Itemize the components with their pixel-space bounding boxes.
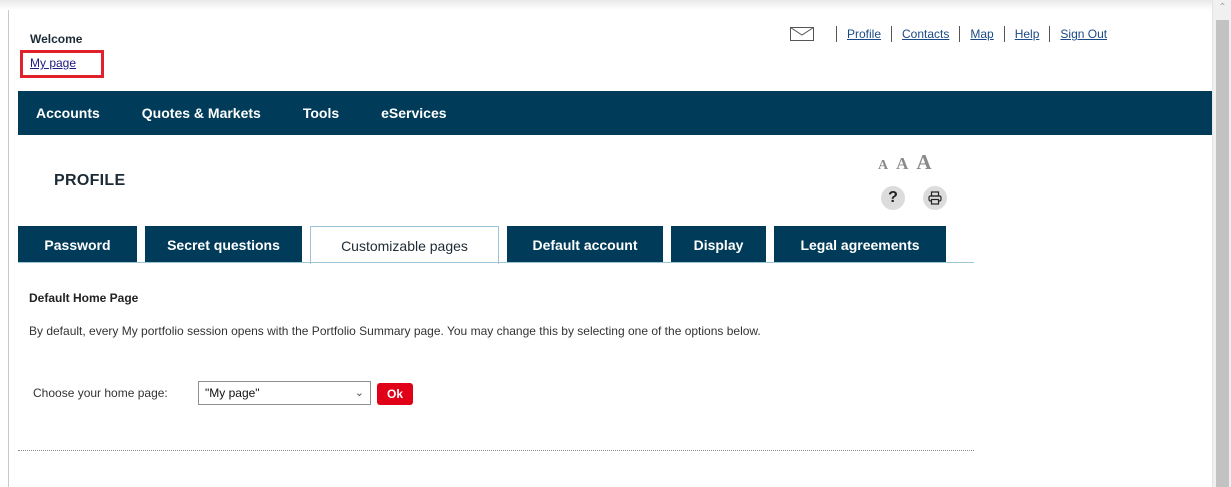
separator bbox=[836, 26, 837, 42]
section-title: Default Home Page bbox=[29, 291, 139, 305]
font-medium-button[interactable]: A bbox=[896, 154, 908, 174]
separator bbox=[959, 26, 961, 42]
tab-default-account[interactable]: Default account bbox=[507, 226, 663, 263]
nav-eservices[interactable]: eServices bbox=[381, 105, 446, 121]
scroll-thumb[interactable] bbox=[1216, 20, 1229, 487]
vertical-scrollbar[interactable]: ⌃ bbox=[1212, 0, 1231, 487]
home-page-select-value: "My page" bbox=[205, 386, 260, 400]
top-links: Profile Contacts Map Help Sign Out bbox=[790, 24, 1107, 44]
section-description: By default, every My portfolio session o… bbox=[29, 324, 761, 338]
ok-button[interactable]: Ok bbox=[377, 383, 413, 405]
separator bbox=[1003, 26, 1005, 42]
top-shadow bbox=[0, 0, 1212, 10]
help-link[interactable]: Help bbox=[1015, 27, 1040, 41]
font-size-controls: A A A bbox=[878, 150, 932, 175]
page-title: PROFILE bbox=[54, 172, 126, 189]
welcome-label: Welcome bbox=[30, 32, 83, 46]
print-icon[interactable] bbox=[923, 186, 947, 210]
page: Welcome My page Profile Contacts Map Hel… bbox=[0, 0, 1231, 487]
help-icon[interactable]: ? bbox=[881, 186, 905, 210]
main-nav: Accounts Quotes & Markets Tools eService… bbox=[18, 91, 1212, 135]
nav-quotes-markets[interactable]: Quotes & Markets bbox=[142, 105, 261, 121]
nav-tools[interactable]: Tools bbox=[303, 105, 339, 121]
tab-legal-agreements[interactable]: Legal agreements bbox=[774, 226, 946, 263]
left-border bbox=[8, 10, 9, 487]
chevron-down-icon: ⌄ bbox=[354, 387, 364, 399]
map-link[interactable]: Map bbox=[970, 27, 993, 41]
home-page-label: Choose your home page: bbox=[33, 386, 168, 400]
printer-icon bbox=[928, 191, 942, 205]
tab-secret-questions[interactable]: Secret questions bbox=[145, 226, 302, 263]
profile-tabs: Password Secret questions Customizable p… bbox=[18, 226, 954, 264]
tab-underline bbox=[18, 262, 974, 263]
font-small-button[interactable]: A bbox=[878, 158, 888, 174]
contacts-link[interactable]: Contacts bbox=[902, 27, 949, 41]
scroll-up-icon[interactable]: ⌃ bbox=[1217, 3, 1228, 13]
separator bbox=[891, 26, 893, 42]
font-large-button[interactable]: A bbox=[916, 150, 931, 175]
profile-link[interactable]: Profile bbox=[847, 27, 881, 41]
dotted-divider bbox=[18, 450, 974, 451]
home-page-select[interactable]: "My page" ⌄ bbox=[198, 381, 371, 405]
tab-display[interactable]: Display bbox=[671, 226, 766, 263]
nav-accounts[interactable]: Accounts bbox=[36, 105, 100, 121]
envelope-icon[interactable] bbox=[790, 27, 814, 41]
sign-out-link[interactable]: Sign Out bbox=[1060, 27, 1107, 41]
separator bbox=[1049, 26, 1051, 42]
my-page-link[interactable]: My page bbox=[30, 56, 76, 70]
tab-customizable-pages[interactable]: Customizable pages bbox=[310, 226, 499, 264]
tab-password[interactable]: Password bbox=[18, 226, 137, 263]
